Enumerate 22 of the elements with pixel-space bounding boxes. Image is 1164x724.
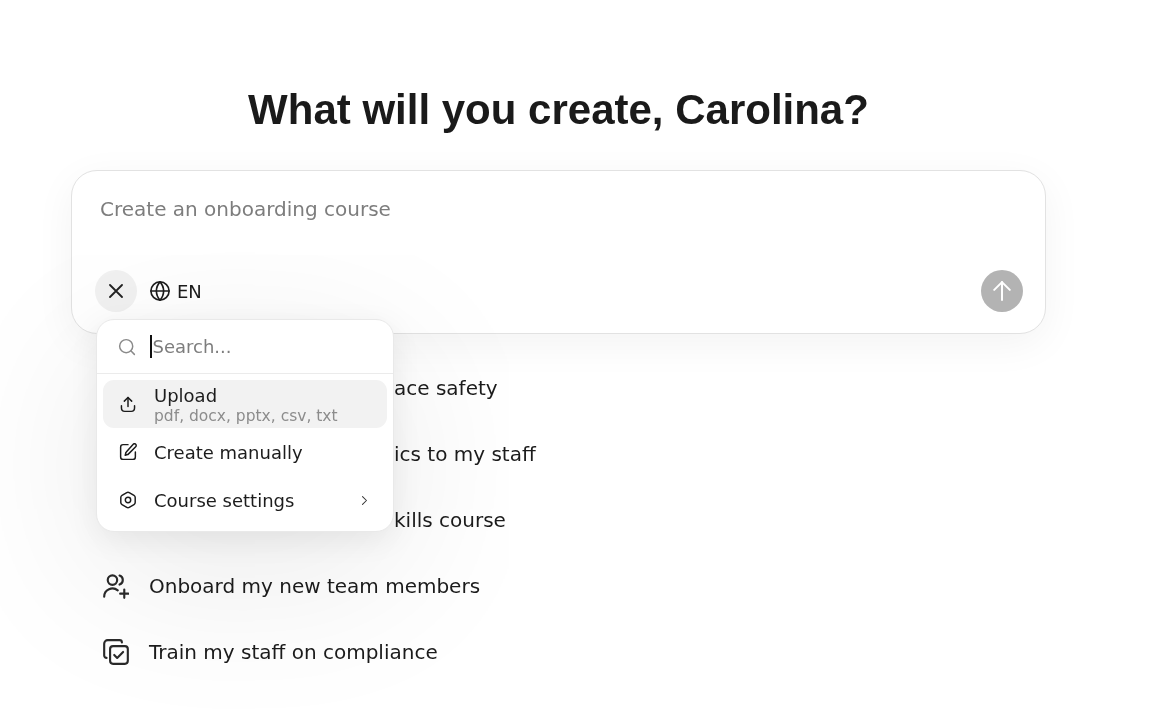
suggestion-item[interactable]: kills course — [394, 508, 506, 532]
close-button[interactable] — [95, 270, 137, 312]
suggestion-item[interactable]: ics to my staff — [394, 442, 536, 466]
suggestion-item[interactable]: Train my staff on compliance — [149, 640, 438, 664]
suggestion-item[interactable]: Onboard my new team members — [149, 574, 481, 598]
upload-icon — [119, 395, 137, 413]
menu-item[interactable]: Upload pdf, docx, pptx, csv, txt — [103, 380, 387, 428]
search-icon — [118, 337, 136, 356]
prompt-field[interactable]: Create an onboarding course — [95, 197, 1023, 270]
users-plus-icon — [103, 573, 129, 599]
arrow-up-icon — [992, 281, 1012, 301]
close-icon — [109, 284, 123, 298]
globe-icon — [150, 281, 170, 301]
prompt-box[interactable]: Create an onboarding course EN — [71, 170, 1046, 334]
text-cursor-icon — [150, 335, 152, 358]
hexagon-gear-icon — [119, 491, 137, 509]
search-field[interactable]: Search... — [151, 332, 353, 361]
suggestion-item[interactable]: ace safety — [394, 376, 498, 400]
page-heading: What will you create, Carolina? — [247, 86, 870, 134]
pencil-square-icon — [119, 443, 137, 461]
language-button[interactable]: EN — [150, 280, 202, 302]
copy-check-icon — [103, 639, 129, 665]
